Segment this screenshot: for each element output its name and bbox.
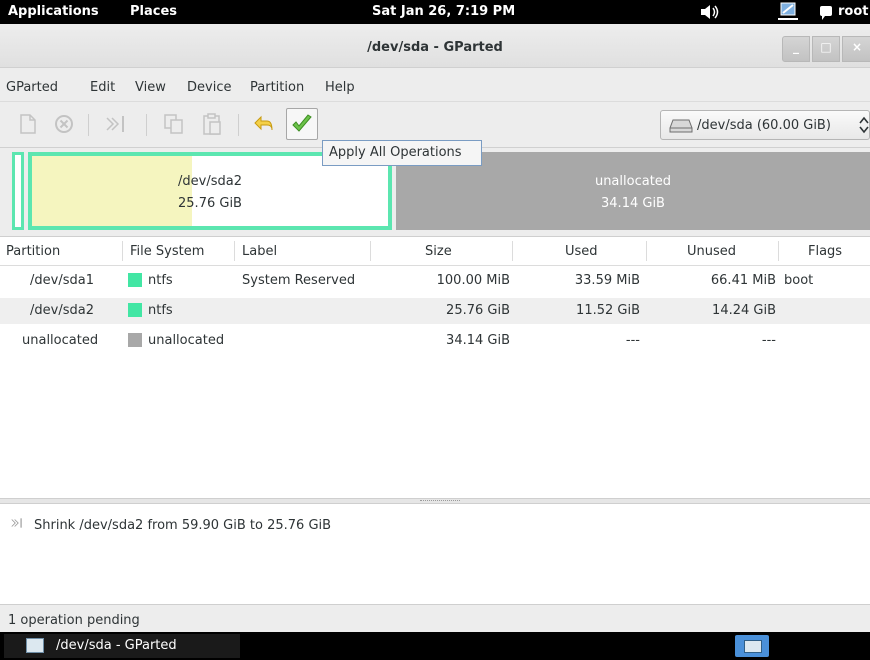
menu-partition[interactable]: Partition xyxy=(250,80,304,95)
menu-edit[interactable]: Edit xyxy=(90,80,115,95)
menu-device[interactable]: Device xyxy=(187,80,231,95)
cell-filesystem: unallocated xyxy=(148,333,225,348)
col-used[interactable]: Used xyxy=(565,244,598,259)
clock[interactable]: Sat Jan 26, 7:19 PM xyxy=(372,4,515,19)
used-space-bar xyxy=(32,156,192,226)
menubar: GParted Edit View Device Partition Help xyxy=(0,68,870,102)
taskbar-window-title: /dev/sda - GParted xyxy=(56,638,177,653)
top-panel: Applications Places Sat Jan 26, 7:19 PM … xyxy=(0,0,870,24)
device-selector-label: /dev/sda (60.00 GiB) xyxy=(697,118,831,133)
cell-unused: 66.41 MiB xyxy=(710,273,776,288)
cell-label: System Reserved xyxy=(242,273,356,288)
toolbar-separator xyxy=(146,114,147,136)
harddisk-icon xyxy=(669,119,693,133)
cell-size: 100.00 MiB xyxy=(436,273,510,288)
resize-move-icon[interactable] xyxy=(104,112,128,136)
status-bar: 1 operation pending xyxy=(0,604,870,632)
device-selector[interactable]: /dev/sda (60.00 GiB) xyxy=(660,110,870,140)
minimize-button[interactable]: _ xyxy=(782,36,810,62)
cell-size: 25.76 GiB xyxy=(446,303,510,318)
places-menu[interactable]: Places xyxy=(130,4,177,19)
pending-operations-list: Shrink /dev/sda2 from 59.90 GiB to 25.76… xyxy=(0,504,870,604)
window-titlebar[interactable]: /dev/sda - GParted _ □ × xyxy=(0,24,870,68)
minimize-icon: _ xyxy=(793,40,799,54)
partition-block-name: /dev/sda2 xyxy=(178,174,242,189)
partition-block-size: 25.76 GiB xyxy=(178,196,242,211)
window-title: /dev/sda - GParted xyxy=(367,40,503,55)
menu-gparted[interactable]: GParted xyxy=(6,80,58,95)
apply-all-button[interactable] xyxy=(286,108,318,140)
partition-block-sda1[interactable] xyxy=(12,152,24,230)
col-label[interactable]: Label xyxy=(242,244,277,259)
partition-block-size: 34.14 GiB xyxy=(601,196,665,211)
close-button[interactable]: × xyxy=(842,36,870,62)
toolbar-separator xyxy=(88,114,89,136)
cell-flags: boot xyxy=(784,273,814,288)
paste-icon[interactable] xyxy=(200,112,224,136)
maximize-button[interactable]: □ xyxy=(812,36,840,62)
cell-used: 11.52 GiB xyxy=(576,303,640,318)
resize-move-icon xyxy=(11,518,22,528)
cell-filesystem: ntfs xyxy=(148,273,173,288)
cell-partition: /dev/sda1 xyxy=(30,273,94,288)
table-row[interactable]: /dev/sda2 ntfs 25.76 GiB 11.52 GiB 14.24… xyxy=(0,298,870,324)
bottom-taskbar: /dev/sda - GParted xyxy=(0,632,870,660)
cell-partition: /dev/sda2 xyxy=(30,303,94,318)
gparted-app-icon xyxy=(26,638,44,653)
cell-partition: unallocated xyxy=(22,333,99,348)
col-filesystem[interactable]: File System xyxy=(130,244,204,259)
apply-all-tooltip: Apply All Operations xyxy=(322,140,482,166)
fs-color-swatch xyxy=(128,303,142,317)
chevron-updown-icon xyxy=(859,116,869,134)
divider-grip[interactable] xyxy=(420,500,460,502)
col-flags[interactable]: Flags xyxy=(808,244,842,259)
taskbar-window-button[interactable]: /dev/sda - GParted xyxy=(4,634,240,658)
applications-menu[interactable]: Applications xyxy=(8,4,99,19)
volume-icon[interactable] xyxy=(700,5,720,19)
cell-unused: --- xyxy=(761,333,776,348)
col-size[interactable]: Size xyxy=(425,244,452,259)
close-icon: × xyxy=(851,40,863,54)
user-status-icon[interactable] xyxy=(778,2,798,20)
toolbar-separator xyxy=(238,114,239,136)
cell-used: 33.59 MiB xyxy=(574,273,640,288)
checkmark-icon xyxy=(292,114,312,132)
partition-table-header: Partition File System Label Size Used Un… xyxy=(0,236,870,266)
col-partition[interactable]: Partition xyxy=(6,244,60,259)
partition-block-name: unallocated xyxy=(594,174,672,189)
copy-icon[interactable] xyxy=(162,112,186,136)
cell-size: 34.14 GiB xyxy=(446,333,510,348)
menu-help[interactable]: Help xyxy=(325,80,355,95)
new-partition-icon[interactable] xyxy=(16,112,40,136)
delete-partition-icon[interactable] xyxy=(52,112,76,136)
operation-item[interactable]: Shrink /dev/sda2 from 59.90 GiB to 25.76… xyxy=(34,518,331,533)
col-unused[interactable]: Unused xyxy=(687,244,736,259)
workspace-switcher-icon[interactable] xyxy=(735,635,769,657)
fs-color-swatch xyxy=(128,333,142,347)
cell-used: --- xyxy=(625,333,640,348)
cell-unused: 14.24 GiB xyxy=(712,303,776,318)
undo-icon[interactable] xyxy=(252,112,276,136)
table-row[interactable]: unallocated unallocated 34.14 GiB --- --… xyxy=(0,328,870,354)
maximize-icon: □ xyxy=(820,40,832,54)
user-menu[interactable]: root xyxy=(838,4,869,19)
status-text: 1 operation pending xyxy=(8,613,140,628)
chat-icon xyxy=(820,6,832,20)
fs-color-swatch xyxy=(128,273,142,287)
menu-view[interactable]: View xyxy=(135,80,166,95)
table-row[interactable]: /dev/sda1 ntfs System Reserved 100.00 Mi… xyxy=(0,268,870,294)
cell-filesystem: ntfs xyxy=(148,303,173,318)
